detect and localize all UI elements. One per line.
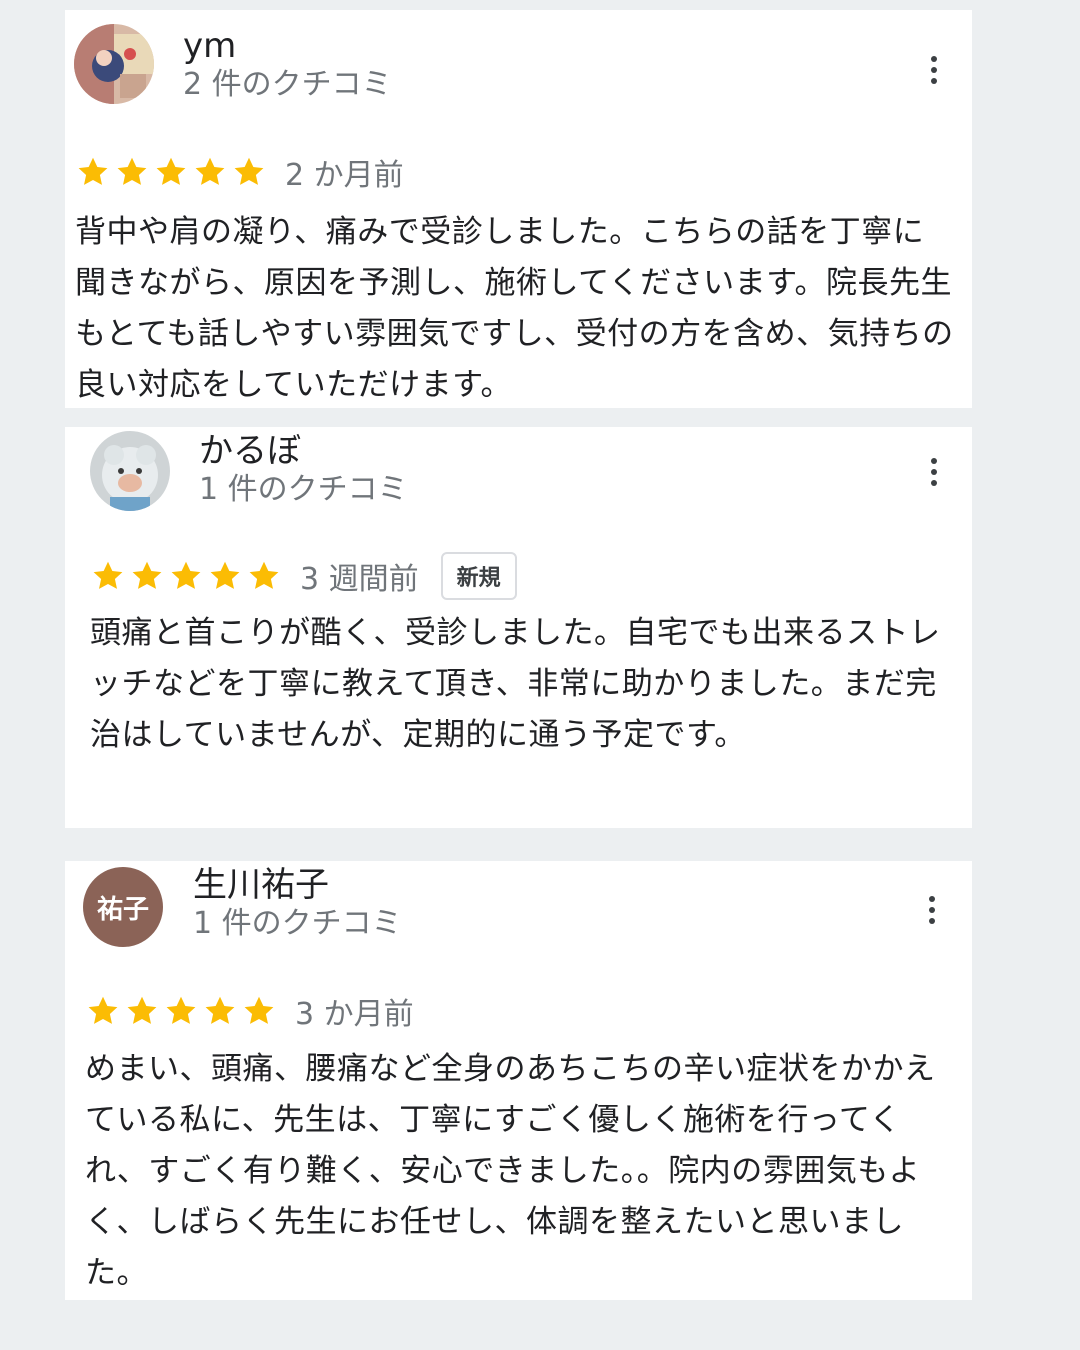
- star-icon: [241, 993, 277, 1029]
- avatar[interactable]: [74, 24, 154, 104]
- review-card: ym 2 件のクチコミ 2 か月前 背中や肩の凝り、痛みで受診しました。こちらの…: [65, 10, 972, 408]
- star-icon: [153, 154, 189, 190]
- review-text: 頭痛と首こりが酷く、受診しました。自宅でも出来るストレッチなどを丁寧に教えて頂き…: [90, 615, 941, 753]
- star-icon: [124, 993, 160, 1029]
- star-icon: [192, 154, 228, 190]
- review-text: 背中や肩の凝り、痛みで受診しました。こちらの話を丁寧に聞きながら、原因を予測し、…: [75, 214, 954, 403]
- review-date: 3 か月前: [295, 997, 414, 1032]
- author-name[interactable]: 生川祐子: [193, 867, 329, 903]
- star-icon: [163, 993, 199, 1029]
- star-icon: [75, 154, 111, 190]
- star-icon: [90, 558, 126, 594]
- star-icon: [85, 993, 121, 1029]
- review-count: 1 件のクチコミ: [199, 472, 408, 507]
- star-rating: [75, 154, 267, 190]
- more-vert-icon[interactable]: [920, 890, 944, 930]
- new-badge: 新規: [440, 552, 517, 600]
- review-count: 1 件のクチコミ: [193, 906, 402, 941]
- star-icon: [231, 154, 267, 190]
- more-vert-icon[interactable]: [922, 50, 946, 90]
- rating-row: 3 か月前: [85, 991, 414, 1032]
- avatar-initials: 祐子: [96, 894, 149, 925]
- review-text: めまい、頭痛、腰痛など全身のあちこちの辛い症状をかかえている私に、先生は、丁寧に…: [85, 1051, 936, 1291]
- more-vert-icon[interactable]: [922, 452, 946, 492]
- star-icon: [207, 558, 243, 594]
- review-date: 2 か月前: [285, 158, 404, 193]
- star-icon: [114, 154, 150, 190]
- rating-row: 2 か月前: [75, 152, 404, 193]
- star-rating: [85, 993, 277, 1029]
- star-icon: [202, 993, 238, 1029]
- review-card: 祐子 生川祐子 1 件のクチコミ 3 か月前 めまい、頭痛、腰痛など全身のあちこ…: [65, 861, 972, 1300]
- star-rating: [90, 558, 282, 594]
- review-count: 2 件のクチコミ: [183, 67, 392, 102]
- rating-row: 3 週間前 新規: [90, 552, 517, 600]
- author-name[interactable]: かるぼ: [199, 433, 301, 469]
- star-icon: [168, 558, 204, 594]
- review-card: かるぼ 1 件のクチコミ 3 週間前 新規 頭痛と首こりが酷く、受診しました。自…: [65, 427, 972, 828]
- plush-toy-icon: [90, 431, 170, 511]
- author-name[interactable]: ym: [183, 28, 236, 64]
- photo-icon: [74, 24, 154, 104]
- avatar[interactable]: 祐子: [83, 867, 163, 947]
- avatar[interactable]: [90, 431, 170, 511]
- star-icon: [246, 558, 282, 594]
- star-icon: [129, 558, 165, 594]
- review-date: 3 週間前: [300, 562, 419, 597]
